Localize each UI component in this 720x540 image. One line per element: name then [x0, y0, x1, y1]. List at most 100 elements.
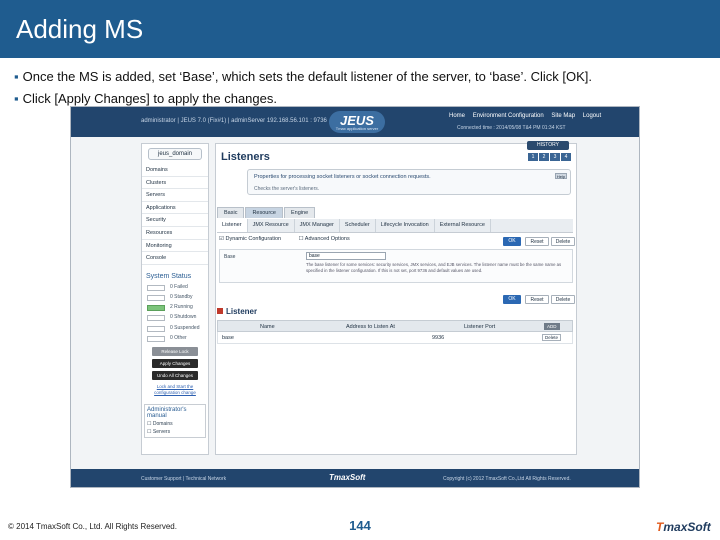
reset-button-top[interactable]: Reset — [525, 237, 549, 246]
status-bar — [147, 284, 165, 291]
status-bar — [147, 305, 165, 312]
tab-basic[interactable]: Basic — [217, 207, 245, 218]
sidebar-item-security[interactable]: Security — [142, 214, 208, 227]
apply-changes-button[interactable]: Apply Changes — [152, 358, 198, 368]
listener-table-header: Name Address to Listen At Listener Port … — [217, 320, 573, 332]
tab-lifecycle-invocation[interactable]: Lifecycle Invocation — [376, 219, 435, 232]
app-screenshot: administrator | JEUS 7.0 (Fix#1) | admin… — [70, 106, 640, 488]
admin-manual-box: Administrator's manual ☐ Domains ☐ Serve… — [144, 403, 206, 438]
tab-resource[interactable]: Resource — [245, 207, 283, 218]
footer-links[interactable]: Customer Support | Technical Network — [141, 476, 226, 482]
tab-engine[interactable]: Engine — [284, 207, 316, 218]
tab-scheduler[interactable]: Scheduler — [340, 219, 376, 232]
sidebar-item-applications[interactable]: Applications — [142, 202, 208, 215]
admin-manual-title: Administrator's manual — [147, 406, 187, 419]
toolbar-icons: 1234 — [527, 153, 571, 161]
status-bar — [147, 315, 165, 322]
sidebar-item-domains[interactable]: Domains — [142, 164, 208, 177]
delete-button[interactable]: Delete — [551, 295, 575, 304]
table-row[interactable]: base 9936 Delete — [217, 332, 573, 344]
footer-logo: TmaxSoft — [329, 473, 366, 482]
sidebar: jeus_domain Domains Clusters Servers App… — [141, 143, 209, 455]
status-bar — [147, 294, 165, 301]
toolbar-icon-4[interactable]: 4 — [561, 153, 571, 161]
nav-logout[interactable]: Logout — [583, 113, 601, 119]
server-info: administrator | JEUS 7.0 (Fix#1) | admin… — [141, 118, 327, 124]
col-port: Listener Port — [464, 324, 496, 330]
page-number: 144 — [349, 518, 371, 533]
status-row: 0 Standby — [142, 293, 208, 303]
primary-tabs: Basic Resource Engine — [217, 207, 316, 219]
app-header: administrator | JEUS 7.0 (Fix#1) | admin… — [71, 107, 639, 137]
undo-all-changes-button[interactable]: Undo All Changes — [152, 370, 198, 380]
top-nav: Home Environment Configuration Site Map … — [443, 113, 601, 119]
toolbar-icon-2[interactable]: 2 — [539, 153, 549, 161]
help-button[interactable]: Help — [555, 173, 567, 179]
domain-button[interactable]: jeus_domain — [148, 148, 202, 160]
sidebar-item-console[interactable]: Console — [142, 252, 208, 265]
slide-title-bar: Adding MS — [0, 0, 720, 58]
status-bar — [147, 325, 165, 332]
tab-external-resource[interactable]: External Resource — [435, 219, 491, 232]
copyright-text: © 2014 TmaxSoft Co., Ltd. All Rights Res… — [8, 522, 177, 531]
base-select[interactable]: base — [306, 252, 386, 260]
advanced-options-check[interactable]: ☐ Advanced Options — [299, 236, 358, 242]
logo-subtext: Tmax application server — [335, 126, 379, 131]
nav-home[interactable]: Home — [449, 113, 465, 119]
ok-button-top[interactable]: OK — [503, 237, 521, 246]
jeus-logo: JEUS Tmax application server — [329, 111, 385, 133]
dynamic-config-label: Dynamic Configuration — [225, 236, 282, 242]
tab-jmx-resource[interactable]: JMX Resource — [248, 219, 295, 232]
listener-section-title: Listener — [217, 307, 257, 316]
bullet-icon: ▪ — [14, 69, 19, 84]
bullet-text: Click [Apply Changes] to apply the chang… — [22, 91, 277, 106]
toolbar-icon-1[interactable]: 1 — [528, 153, 538, 161]
description-text: Properties for processing socket listene… — [254, 174, 431, 180]
admin-domains-label: Domains — [152, 420, 173, 427]
status-row: 0 Suspended — [142, 324, 208, 334]
connected-time: Connected time : 2014/05/08 T&4 PM 01:34… — [457, 125, 566, 131]
system-status-list: 0 Failed 0 Standby 2 Running 0 Shutdown 0 Su… — [142, 283, 208, 344]
bullet-icon: ▪ — [14, 91, 19, 106]
advanced-options-label: Advanced Options — [304, 236, 350, 242]
bullet-text: Once the MS is added, set ‘Base’, which … — [22, 69, 592, 84]
col-name: Name — [260, 324, 275, 330]
add-button[interactable]: ADD — [544, 323, 560, 330]
slide-title: Adding MS — [16, 14, 144, 44]
page-title: Listeners — [221, 151, 270, 163]
sidebar-item-clusters[interactable]: Clusters — [142, 177, 208, 190]
status-row: 0 Shutdown — [142, 313, 208, 323]
secondary-tabs: Listener JMX Resource JMX Manager Schedu… — [217, 219, 573, 233]
status-label: 0 Other — [170, 334, 187, 341]
status-row: 0 Failed — [142, 283, 208, 293]
brand-rest: maxSoft — [663, 520, 711, 534]
listener-title-text: Listener — [226, 307, 258, 316]
status-row: 0 Other — [142, 334, 208, 344]
sidebar-item-servers[interactable]: Servers — [142, 189, 208, 202]
dynamic-config-check[interactable]: ☑ Dynamic Configuration — [219, 236, 289, 242]
delete-button-top[interactable]: Delete — [551, 237, 575, 246]
release-lock-button[interactable]: Release Lock — [152, 346, 198, 356]
toolbar-icon-3[interactable]: 3 — [550, 153, 560, 161]
slide-footer: © 2014 TmaxSoft Co., Ltd. All Rights Res… — [0, 516, 720, 540]
lock-start-link[interactable]: Lock and Start the configuration change — [142, 384, 208, 396]
ok-button[interactable]: OK — [503, 295, 521, 304]
reset-button[interactable]: Reset — [525, 295, 549, 304]
admin-manual-domains[interactable]: ☐ Domains — [147, 421, 203, 427]
app-footer: Customer Support | Technical Network Tma… — [71, 469, 639, 487]
tab-jmx-manager[interactable]: JMX Manager — [295, 219, 340, 232]
bullet-item: ▪ Once the MS is added, set ‘Base’, which… — [14, 66, 714, 88]
sidebar-item-resources[interactable]: Resources — [142, 227, 208, 240]
status-label: 0 Shutdown — [170, 314, 197, 321]
row-delete-button[interactable]: Delete — [542, 334, 562, 341]
col-address: Address to Listen At — [346, 324, 395, 330]
admin-servers-label: Servers — [152, 428, 171, 435]
admin-manual-servers[interactable]: ☐ Servers — [147, 429, 203, 435]
history-button[interactable]: HISTORY — [527, 141, 569, 150]
nav-site-map[interactable]: Site Map — [551, 113, 575, 119]
tab-listener[interactable]: Listener — [217, 219, 248, 232]
options-row: ☑ Dynamic Configuration ☐ Advanced Optio… — [219, 236, 366, 242]
sidebar-item-monitoring[interactable]: Monitoring — [142, 240, 208, 253]
description-box: Properties for processing socket listene… — [247, 169, 571, 195]
nav-env-config[interactable]: Environment Configuration — [473, 113, 544, 119]
